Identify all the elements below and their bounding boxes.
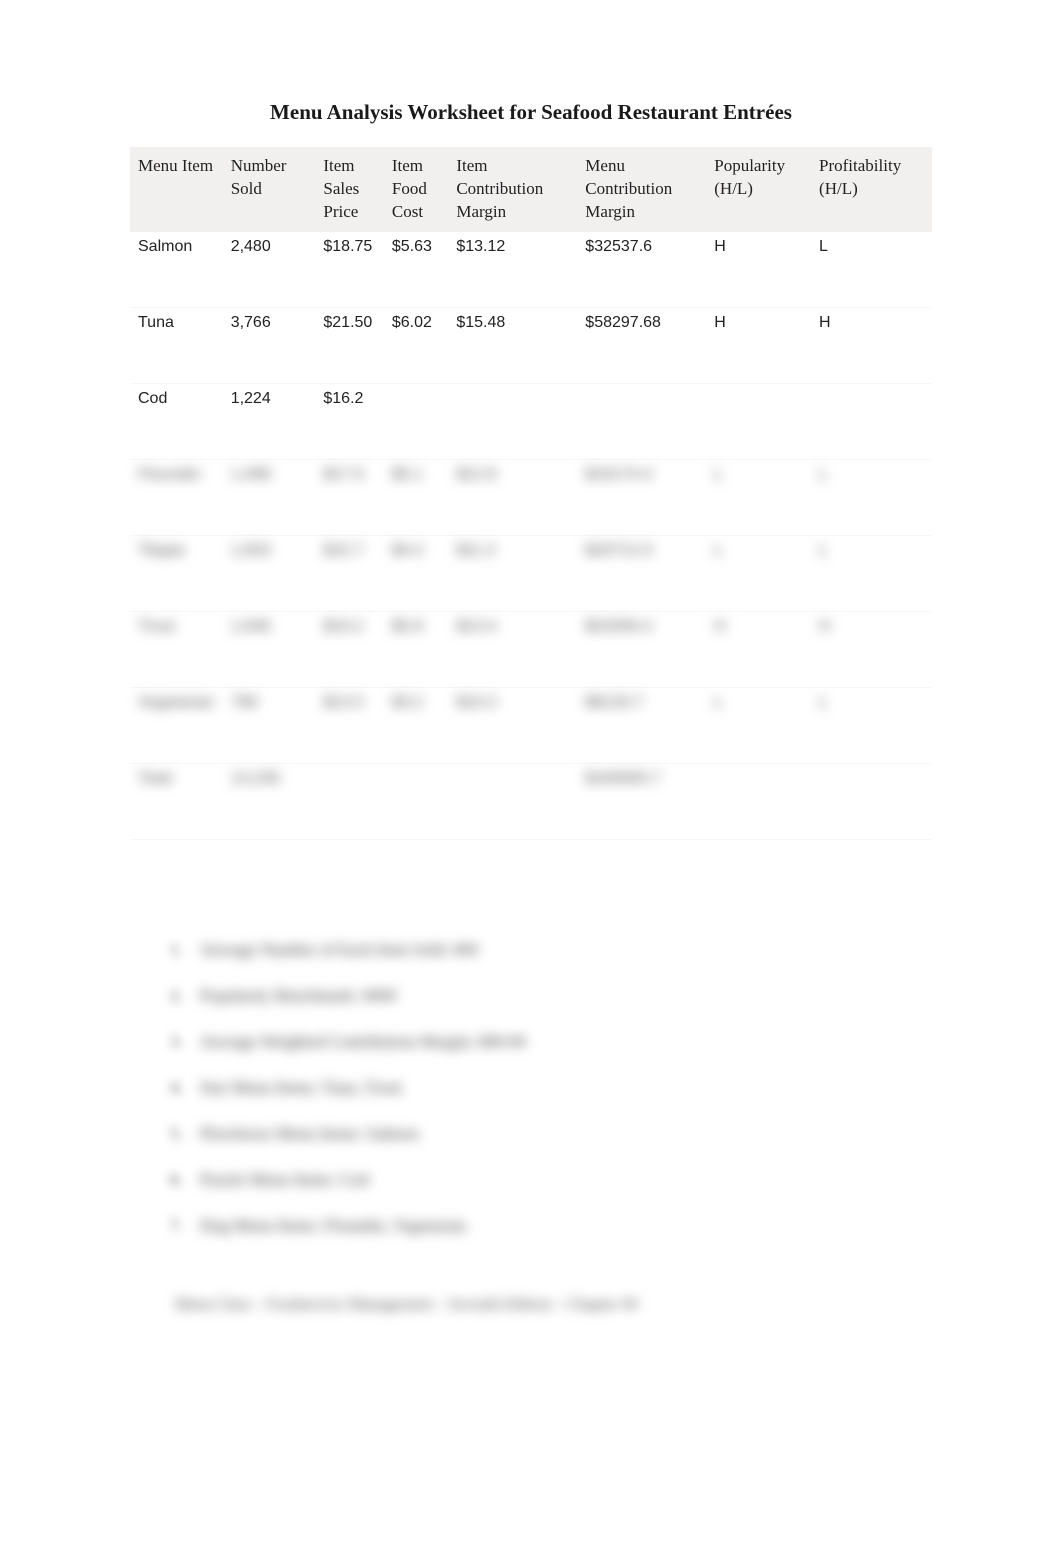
- cell-mcm: $8126.7: [577, 688, 706, 764]
- list-item: 5.Plowhorse Menu Items: Salmon: [170, 1124, 932, 1144]
- cell-item: Cod: [130, 384, 223, 460]
- footer-note-blurred: Menu Class – Foodservice Management – Se…: [170, 1296, 932, 1314]
- cell-price: $17.9: [315, 460, 384, 536]
- cell-pop: L: [706, 536, 811, 612]
- cell-pop: L: [706, 688, 811, 764]
- cell-pop: H: [706, 612, 811, 688]
- cell-item: Vegetarian: [130, 688, 223, 764]
- cell-mcm: $20712.9: [577, 536, 706, 612]
- list-item: 2.Popularity Benchmark: ####: [170, 986, 932, 1006]
- cell-prof: L: [811, 536, 932, 612]
- cell-item: Tilapia: [130, 536, 223, 612]
- cell-sold: 1,833: [223, 536, 316, 612]
- cell-icm: [448, 764, 577, 840]
- col-item-cm: Item Contribution Margin: [448, 147, 577, 232]
- list-item: 4.Star Menu Items: Tuna, Trout: [170, 1078, 932, 1098]
- cell-cost: $5.63: [384, 232, 448, 308]
- cell-price: $16.2: [315, 384, 384, 460]
- list-item: 7.Dog Menu Items: Flounder, Vegetarian: [170, 1216, 932, 1236]
- cell-mcm: $22056.4: [577, 612, 706, 688]
- table-row: Cod 1,224 $16.2: [130, 384, 932, 460]
- cell-icm: $12.8: [448, 460, 577, 536]
- page-title: Menu Analysis Worksheet for Seafood Rest…: [130, 100, 932, 125]
- cell-mcm: [577, 384, 706, 460]
- cell-prof: L: [811, 688, 932, 764]
- table-row-blurred: Vegetarian 789 $13.5 $3.2 $10.3 $8126.7 …: [130, 688, 932, 764]
- analysis-list-blurred: 1.Average Number of Each Item Sold: ### …: [130, 940, 932, 1314]
- table-row-blurred: Trout 1,646 $19.2 $5.8 $13.4 $22056.4 H …: [130, 612, 932, 688]
- col-menu-item: Menu Item: [130, 147, 223, 232]
- cell-item: Tuna: [130, 308, 223, 384]
- cell-cost: $5.8: [384, 612, 448, 688]
- table-row: Salmon 2,480 $18.75 $5.63 $13.12 $32537.…: [130, 232, 932, 308]
- cell-price: [315, 764, 384, 840]
- cell-item: Salmon: [130, 232, 223, 308]
- cell-cost: [384, 384, 448, 460]
- table-row-blurred: Tilapia 1,833 $15.7 $4.4 $11.3 $20712.9 …: [130, 536, 932, 612]
- col-menu-cm: Menu Contribution Margin: [577, 147, 706, 232]
- cell-sold: 1,498: [223, 460, 316, 536]
- cell-price: $21.50: [315, 308, 384, 384]
- cell-sold: 789: [223, 688, 316, 764]
- cell-sold: 13,236: [223, 764, 316, 840]
- cell-cost: $6.02: [384, 308, 448, 384]
- cell-item: Flounder: [130, 460, 223, 536]
- cell-price: $15.7: [315, 536, 384, 612]
- cell-price: $13.5: [315, 688, 384, 764]
- cell-cost: $3.2: [384, 688, 448, 764]
- cell-item: Trout: [130, 612, 223, 688]
- cell-mcm: $160905.7: [577, 764, 706, 840]
- cell-pop: [706, 764, 811, 840]
- cell-icm: $13.12: [448, 232, 577, 308]
- cell-prof: [811, 764, 932, 840]
- cell-mcm: $19174.4: [577, 460, 706, 536]
- cell-icm: $15.48: [448, 308, 577, 384]
- table-header: Menu Item Number Sold Item Sales Price I…: [130, 147, 932, 232]
- col-number-sold: Number Sold: [223, 147, 316, 232]
- cell-sold: 1,646: [223, 612, 316, 688]
- cell-prof: [811, 384, 932, 460]
- cell-sold: 1,224: [223, 384, 316, 460]
- cell-pop: [706, 384, 811, 460]
- table-row: Tuna 3,766 $21.50 $6.02 $15.48 $58297.68…: [130, 308, 932, 384]
- col-sales-price: Item Sales Price: [315, 147, 384, 232]
- cell-icm: $13.4: [448, 612, 577, 688]
- cell-icm: [448, 384, 577, 460]
- cell-prof: L: [811, 460, 932, 536]
- cell-mcm: $58297.68: [577, 308, 706, 384]
- table-row-blurred: Flounder 1,498 $17.9 $5.1 $12.8 $19174.4…: [130, 460, 932, 536]
- cell-cost: $5.1: [384, 460, 448, 536]
- table-row-blurred: Total 13,236 $160905.7: [130, 764, 932, 840]
- cell-pop: H: [706, 232, 811, 308]
- cell-price: $18.75: [315, 232, 384, 308]
- cell-sold: 2,480: [223, 232, 316, 308]
- cell-icm: $11.3: [448, 536, 577, 612]
- list-item: 3.Average Weighted Contribution Margin: …: [170, 1032, 932, 1052]
- cell-price: $19.2: [315, 612, 384, 688]
- cell-pop: L: [706, 460, 811, 536]
- col-popularity: Popularity (H/L): [706, 147, 811, 232]
- cell-pop: H: [706, 308, 811, 384]
- cell-prof: H: [811, 612, 932, 688]
- menu-analysis-table: Menu Item Number Sold Item Sales Price I…: [130, 147, 932, 840]
- cell-cost: $4.4: [384, 536, 448, 612]
- cell-mcm: $32537.6: [577, 232, 706, 308]
- col-profitability: Profitability (H/L): [811, 147, 932, 232]
- cell-prof: H: [811, 308, 932, 384]
- cell-item: Total: [130, 764, 223, 840]
- cell-cost: [384, 764, 448, 840]
- col-food-cost: Item Food Cost: [384, 147, 448, 232]
- list-item: 1.Average Number of Each Item Sold: ###: [170, 940, 932, 960]
- cell-prof: L: [811, 232, 932, 308]
- cell-sold: 3,766: [223, 308, 316, 384]
- list-item: 6.Puzzle Menu Items: Cod: [170, 1170, 932, 1190]
- cell-icm: $10.3: [448, 688, 577, 764]
